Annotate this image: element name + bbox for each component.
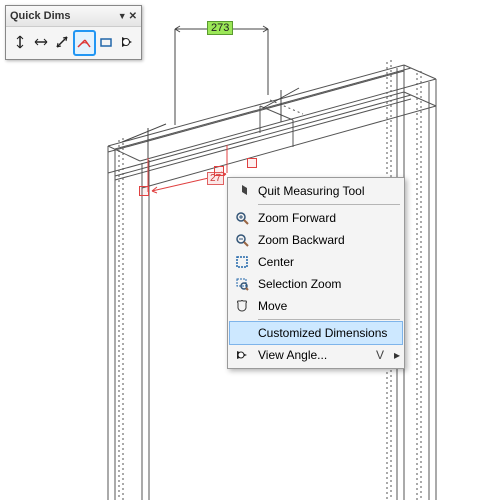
menu-center[interactable]: Center <box>230 251 402 273</box>
zoom-in-icon <box>230 207 254 229</box>
toolbar-title: Quick Dims <box>10 10 71 22</box>
move-icon <box>230 295 254 317</box>
zoom-out-icon <box>230 229 254 251</box>
snap-marker-3[interactable] <box>247 158 257 168</box>
context-menu[interactable]: Quit Measuring Tool Zoom Forward Zoom Ba… <box>227 177 405 369</box>
menu-zoom-forward[interactable]: Zoom Forward <box>230 207 402 229</box>
menu-quit-measuring[interactable]: Quit Measuring Tool <box>230 180 402 202</box>
menu-customized-dimensions[interactable]: Customized Dimensions <box>229 321 403 345</box>
menu-shortcut: V <box>376 348 392 362</box>
menu-move[interactable]: Move <box>230 295 402 317</box>
menu-label: Zoom Backward <box>254 233 402 247</box>
menu-separator <box>258 204 400 205</box>
dim-vert-button[interactable] <box>9 30 30 54</box>
menu-label: Selection Zoom <box>254 277 402 291</box>
sel-zoom-icon <box>230 273 254 295</box>
menu-label: Customized Dimensions <box>254 326 402 340</box>
menu-view-angle[interactable]: View Angle... V ▸ <box>230 344 402 366</box>
menu-separator <box>258 319 400 320</box>
submenu-arrow-icon: ▸ <box>392 348 402 362</box>
menu-zoom-backward[interactable]: Zoom Backward <box>230 229 402 251</box>
top-dimension-label: 273 <box>207 21 233 35</box>
center-icon <box>230 251 254 273</box>
toolbar-titlebar[interactable]: Quick Dims ▼ ✕ <box>6 6 141 27</box>
menu-label: Zoom Forward <box>254 211 402 225</box>
blank-icon <box>230 322 254 344</box>
menu-label: Quit Measuring Tool <box>254 184 402 198</box>
dim-view-button[interactable] <box>117 30 138 54</box>
toolbar-dropdown-icon[interactable]: ▼ <box>118 11 127 22</box>
dim-angle-button[interactable] <box>73 30 96 56</box>
view-angle-icon <box>230 344 254 366</box>
toolbar-buttons <box>6 27 141 59</box>
snap-marker-2[interactable] <box>214 166 224 176</box>
toolbar-close-icon[interactable]: ✕ <box>129 11 137 22</box>
menu-selection-zoom[interactable]: Selection Zoom <box>230 273 402 295</box>
quick-dims-toolbar[interactable]: Quick Dims ▼ ✕ <box>5 5 142 60</box>
dim-custom-button[interactable] <box>96 30 117 54</box>
quit-icon <box>230 180 254 202</box>
menu-label: Center <box>254 255 402 269</box>
menu-label: Move <box>254 299 402 313</box>
snap-marker-1[interactable] <box>139 186 149 196</box>
dim-horiz-button[interactable] <box>30 30 51 54</box>
dim-aligned-button[interactable] <box>51 30 72 54</box>
menu-label: View Angle... <box>254 348 376 362</box>
